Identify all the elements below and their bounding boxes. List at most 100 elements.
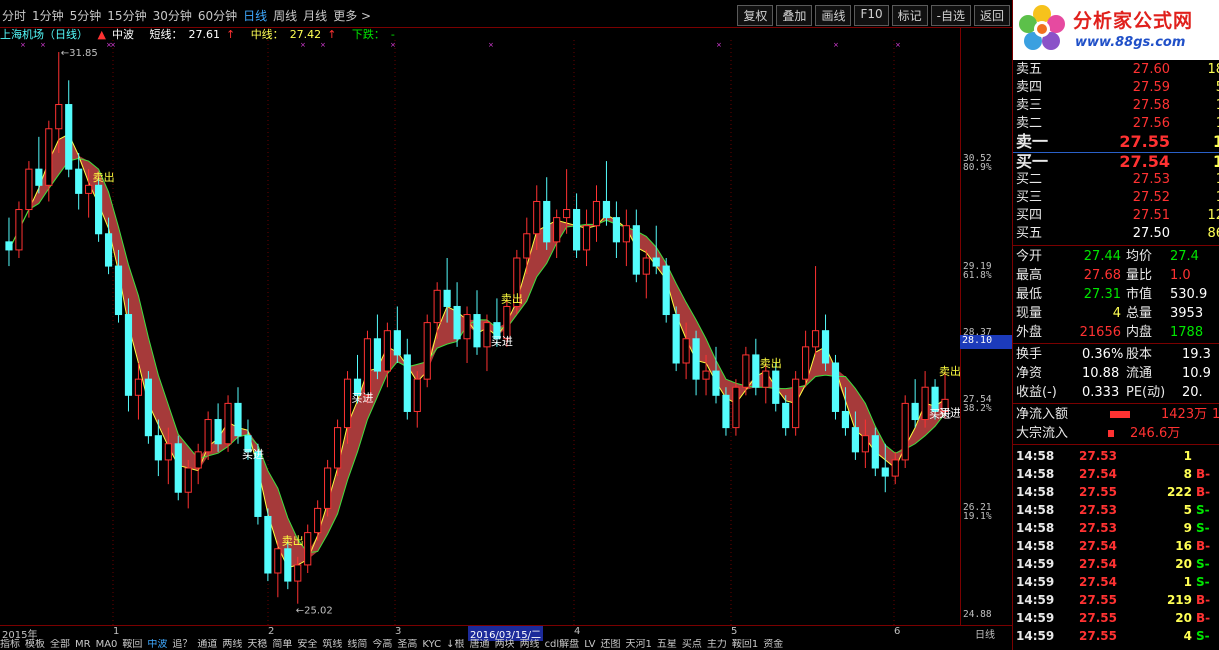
candle[interactable] [304, 524, 312, 573]
period-tab[interactable]: 60分钟 [198, 7, 237, 24]
indicator-tab[interactable]: 圣高 [397, 639, 417, 650]
candle[interactable] [453, 282, 461, 347]
candle[interactable] [124, 298, 133, 412]
candle[interactable] [802, 330, 810, 388]
candle[interactable] [194, 443, 202, 485]
indicator-tab[interactable]: LV [584, 639, 595, 650]
indicator-tab[interactable]: 鞍回1 [732, 639, 758, 650]
candle[interactable] [572, 193, 581, 258]
period-tab[interactable]: 月线 [303, 7, 327, 24]
indicator-tab[interactable]: KYC [422, 639, 441, 650]
candle[interactable] [35, 136, 43, 194]
candle[interactable] [234, 387, 242, 444]
indicator-tab[interactable]: 资金 [763, 639, 783, 650]
indicator-tab[interactable]: 筑线 [322, 639, 342, 650]
candle[interactable] [144, 371, 152, 444]
candle[interactable] [692, 330, 700, 396]
candle[interactable] [543, 177, 551, 250]
candle[interactable] [65, 80, 73, 178]
indicator-tab[interactable]: 通道 [197, 639, 217, 650]
candle[interactable] [553, 209, 561, 258]
candle[interactable] [901, 395, 909, 468]
candle[interactable] [25, 161, 33, 218]
period-tab[interactable]: 周线 [273, 7, 297, 24]
indicator-tab[interactable]: MA0 [96, 639, 118, 650]
candle[interactable] [463, 306, 471, 363]
indicator-tab[interactable]: 两线 [222, 639, 242, 650]
candlestick-chart[interactable]: × × ×× × × × × × × ×←31.85←25.02卖出买进卖出买进买进卖出卖出买进卖… [0, 40, 960, 625]
candle[interactable] [642, 249, 650, 299]
indicator-tab[interactable]: 简单 [272, 639, 292, 650]
candle[interactable] [274, 540, 282, 598]
indicator-tab[interactable]: ↓根 [446, 639, 464, 650]
candle[interactable] [373, 314, 382, 380]
candle[interactable] [672, 306, 680, 372]
candle[interactable] [483, 314, 491, 372]
candle[interactable] [224, 395, 232, 452]
period-tab[interactable]: 分时 [2, 7, 26, 24]
candle[interactable] [772, 363, 780, 412]
indicator-tab[interactable]: 今高 [372, 639, 392, 650]
candle[interactable] [95, 177, 103, 242]
period-tab[interactable]: 日线 [243, 7, 267, 24]
candle[interactable] [831, 354, 840, 420]
candle[interactable] [423, 314, 431, 388]
candle[interactable] [403, 338, 411, 420]
candle[interactable] [174, 435, 182, 501]
candle[interactable] [5, 217, 13, 267]
candle[interactable] [582, 209, 591, 267]
tool-button[interactable]: -自选 [930, 5, 971, 26]
period-tab[interactable]: 5分钟 [70, 7, 102, 24]
indicator-tab[interactable]: 线简 [347, 639, 367, 650]
indicator-tab[interactable]: 主力 [707, 639, 727, 650]
indicator-tab[interactable]: 安全 [297, 639, 317, 650]
candle[interactable] [15, 201, 23, 258]
brand-url[interactable]: www.88gs.com [1075, 35, 1185, 50]
indicator-tab[interactable]: 追？ [172, 639, 192, 650]
tool-button[interactable]: 叠加 [776, 5, 813, 26]
candle[interactable] [602, 161, 611, 226]
indicator-tab[interactable]: 两线 [520, 639, 540, 650]
indicator-tab[interactable]: 模板 [25, 639, 45, 650]
candle[interactable] [334, 419, 342, 477]
candle[interactable] [752, 338, 760, 396]
indicator-tab[interactable]: 全部 [50, 639, 70, 650]
candle[interactable] [393, 306, 401, 363]
indicator-tab[interactable]: 五星 [657, 639, 677, 650]
period-tab[interactable]: 更多 > [333, 7, 371, 24]
candle[interactable] [921, 371, 929, 428]
indicator-tab[interactable]: cdl解盘 [545, 639, 580, 650]
candle[interactable] [612, 201, 620, 258]
indicator-tab[interactable]: 唐通 [470, 639, 490, 650]
indicator-tab[interactable]: 天河1 [626, 639, 652, 650]
tool-button[interactable]: 画线 [815, 5, 852, 26]
tool-button[interactable]: 返回 [973, 5, 1010, 26]
period-tab[interactable]: 15分钟 [107, 7, 146, 24]
candle[interactable] [911, 379, 919, 428]
period-tab[interactable]: 1分钟 [32, 7, 64, 24]
candle[interactable] [662, 258, 670, 323]
candle[interactable] [622, 209, 630, 267]
candle[interactable] [413, 371, 421, 428]
candle[interactable] [473, 290, 481, 355]
candle[interactable] [632, 209, 640, 283]
indicator-tab[interactable]: 中波 [147, 639, 167, 650]
indicator-tab[interactable]: 两块 [495, 639, 515, 650]
indicator-tab[interactable]: 指标 [0, 639, 20, 650]
candle[interactable] [324, 459, 332, 517]
tool-button[interactable]: F10 [854, 5, 889, 26]
period-tab[interactable]: 30分钟 [153, 7, 192, 24]
candle[interactable] [592, 185, 601, 242]
candle[interactable] [264, 508, 272, 582]
tool-button[interactable]: 复权 [737, 5, 774, 26]
indicator-tab[interactable]: 天稳 [247, 639, 267, 650]
candle[interactable] [811, 266, 820, 355]
indicator-tab[interactable]: 还图 [601, 639, 621, 650]
candle[interactable] [821, 314, 830, 372]
indicator-tab[interactable]: 鞍回 [122, 639, 142, 650]
tool-button[interactable]: 标记 [891, 5, 928, 26]
indicator-tab[interactable]: MR [75, 639, 91, 650]
indicator-tab[interactable]: 买点 [682, 639, 702, 650]
candle[interactable] [732, 379, 740, 436]
candle[interactable] [792, 371, 800, 436]
